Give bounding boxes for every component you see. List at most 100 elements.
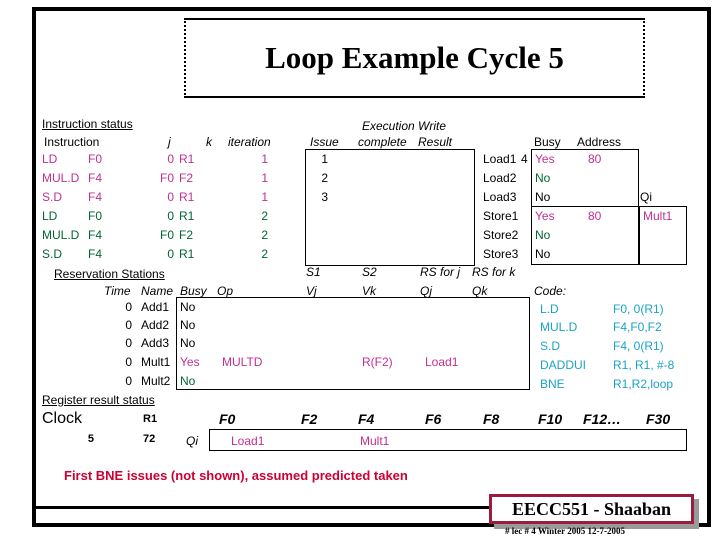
register-result-status-label: Register result status: [42, 393, 155, 407]
header-busy: Busy: [180, 284, 207, 298]
register-header: F2: [301, 411, 318, 427]
instr-iteration: 2: [261, 209, 268, 223]
instr-dest: F0: [88, 209, 103, 223]
buffer-name: Store3: [483, 247, 519, 261]
buffer-name: Load2: [483, 171, 517, 185]
buffer-busy: No: [535, 190, 551, 204]
header-address: Address: [577, 135, 622, 149]
instr-j: 0: [167, 152, 174, 166]
buffer-busy: No: [535, 171, 551, 185]
instr-dest: F4: [88, 190, 103, 204]
header-j: j: [168, 135, 171, 149]
rs-name: Mult1: [141, 355, 171, 369]
register-header: F30: [646, 411, 671, 427]
instr-dest: F4: [88, 228, 103, 242]
header-rs-for-j: RS for j: [420, 265, 461, 279]
instr-op: MUL.D: [42, 228, 80, 242]
rs-op: MULTD: [222, 355, 263, 369]
header-instruction: Instruction: [44, 135, 100, 149]
r1-label: R1: [143, 413, 158, 425]
rs-busy: No: [180, 336, 196, 350]
header-vj: Vj: [306, 284, 317, 298]
instr-iteration: 1: [261, 190, 268, 204]
page-title: Loop Example Cycle 5: [265, 40, 564, 75]
qi-label: Qi: [186, 434, 198, 448]
instr-op: S.D: [42, 247, 63, 261]
clock-value: 5: [87, 433, 94, 445]
reservation-stations-label: Reservation Stations: [54, 267, 165, 281]
buffer-busy: Yes: [535, 152, 555, 166]
instr-j: 0: [167, 190, 174, 204]
header-vk: Vk: [362, 284, 377, 298]
register-result-box: [209, 429, 687, 451]
clock-label: Clock: [42, 410, 83, 427]
header-busy: Busy: [534, 135, 561, 149]
rs-time: 0: [125, 336, 132, 350]
reservation-stations-box: [176, 297, 530, 390]
footer-subtitle: # lec # 4 Winter 2005 12-7-2005: [505, 526, 625, 536]
header-iteration: iteration: [228, 135, 271, 149]
code-op: DADDUI: [540, 358, 587, 372]
instr-iteration: 2: [261, 247, 268, 261]
rs-vk: R(F2): [362, 355, 393, 369]
register-value-f0: Load1: [231, 434, 265, 448]
register-header: F8: [483, 411, 500, 427]
issue-value: 2: [321, 171, 328, 185]
instr-k: R1: [179, 152, 195, 166]
header-name: Name: [141, 284, 174, 298]
instr-k: R1: [179, 247, 195, 261]
footer-badge: EECC551 - Shaaban: [489, 494, 694, 524]
rs-time: 0: [125, 374, 132, 388]
rs-name: Mult2: [141, 374, 171, 388]
buffer-time: 4: [521, 152, 528, 166]
code-op: L.D: [540, 302, 559, 316]
instr-op: LD: [42, 209, 58, 223]
buffer-busy: No: [535, 247, 551, 261]
code-operands: R1,R2,loop: [613, 377, 674, 391]
header-write: Write: [418, 119, 446, 133]
register-header: F6: [425, 411, 442, 427]
header-qi: Qi: [640, 190, 652, 204]
r1-value: 72: [143, 433, 156, 445]
rs-name: Add2: [141, 318, 170, 332]
code-op: S.D: [540, 339, 561, 353]
buffer-name: Store2: [483, 228, 519, 242]
code-op: BNE: [540, 377, 565, 391]
header-execution: Execution: [362, 119, 415, 133]
rs-name: Add3: [141, 336, 170, 350]
buffer-name: Load3: [483, 190, 517, 204]
code-label: Code:: [534, 284, 567, 298]
instr-j: 0: [167, 247, 174, 261]
rs-name: Add1: [141, 300, 170, 314]
instr-op: MUL.D: [42, 171, 80, 185]
header-qj: Qj: [420, 284, 432, 298]
header-k: k: [206, 135, 212, 149]
header-rs-for-k: RS for k: [472, 265, 516, 279]
rs-busy: Yes: [180, 355, 200, 369]
instr-dest: F4: [88, 247, 103, 261]
header-result: Result: [418, 135, 453, 149]
register-value-f4: Mult1: [360, 434, 390, 448]
footer-badge-text: EECC551 - Shaaban: [511, 498, 672, 519]
register-header: F10: [538, 411, 563, 427]
instr-op: LD: [42, 152, 58, 166]
bottom-note: First BNE issues (not shown), assumed pr…: [64, 468, 408, 483]
instr-dest: F0: [88, 152, 103, 166]
header-issue: Issue: [310, 135, 339, 149]
instruction-status-label: Instruction status: [42, 117, 133, 131]
buffer-busy: Yes: [535, 209, 555, 223]
title-box: Loop Example Cycle 5: [184, 18, 645, 98]
code-operands: F4,F0,F2: [613, 320, 662, 334]
header-s2: S2: [362, 265, 377, 279]
instr-j: F0: [159, 171, 174, 185]
header-s1: S1: [306, 265, 321, 279]
buffer-qi: Mult1: [643, 209, 673, 223]
header-complete: complete: [358, 135, 407, 149]
buffer-name: Load1: [483, 152, 517, 166]
instr-dest: F4: [88, 171, 103, 185]
header-time: Time: [104, 284, 131, 298]
code-operands: F0, 0(R1): [613, 302, 664, 316]
code-operands: R1, R1, #-8: [613, 358, 675, 372]
instr-iteration: 2: [261, 228, 268, 242]
instr-op: S.D: [42, 190, 63, 204]
